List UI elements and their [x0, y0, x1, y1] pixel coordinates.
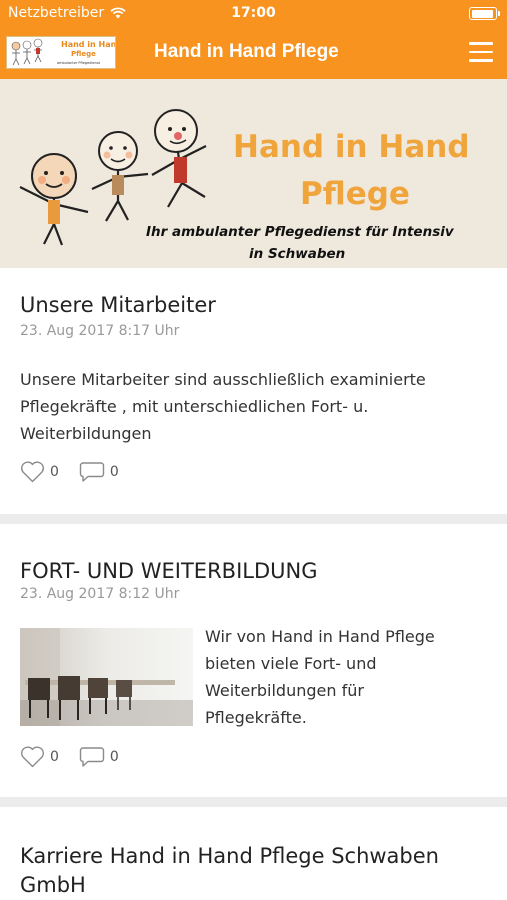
menu-icon[interactable]: [469, 42, 493, 62]
post-excerpt-line: Unsere Mitarbeiter sind ausschließlich e…: [20, 370, 426, 389]
page-title: Hand in Hand Pflege: [154, 41, 339, 62]
banner-subtitle-line1: Ihr ambulanter Pflegedienst für Intensiv: [146, 224, 454, 240]
comment-icon: [79, 462, 105, 482]
post-excerpt-line: Pflegekräfte , mit unterschiedlichen For…: [20, 397, 369, 416]
post-title[interactable]: Karriere Hand in Hand Pflege Schwaben Gm…: [20, 842, 439, 900]
post-excerpt-line: Weiterbildungen: [20, 424, 152, 443]
post-card[interactable]: Unsere Mitarbeiter 23. Aug 2017 8:17 Uhr…: [0, 268, 507, 514]
post-excerpt: Unsere Mitarbeiter sind ausschließlich e…: [20, 366, 426, 447]
post-card[interactable]: FORT- UND WEITERBILDUNG 23. Aug 2017 8:1…: [0, 524, 507, 797]
nav-bar: Hand in Hand Pflege ambulanter Pflegedie…: [0, 28, 507, 79]
comment-icon: [79, 747, 105, 767]
like-button[interactable]: 0: [20, 461, 59, 483]
comment-button[interactable]: 0: [79, 461, 119, 483]
post-thumbnail[interactable]: [20, 628, 193, 726]
post-title-line: Karriere Hand in Hand Pflege Schwaben: [20, 844, 439, 868]
svg-text:Hand in Hand: Hand in Hand: [61, 40, 115, 49]
post-actions: 0 0: [20, 461, 139, 483]
like-count: 0: [50, 749, 59, 765]
heart-icon: [21, 746, 44, 768]
like-count: 0: [50, 464, 59, 480]
app-logo[interactable]: Hand in Hand Pflege ambulanter Pflegedie…: [6, 36, 122, 69]
post-title-line: GmbH: [20, 873, 86, 897]
header-banner: Hand in Hand Pflege Ihr ambulanter Pfleg…: [0, 79, 507, 268]
post-title[interactable]: Unsere Mitarbeiter: [20, 293, 216, 317]
banner-title-line2: Pflege: [300, 176, 410, 212]
post-excerpt: Wir von Hand in Hand Pflege bieten viele…: [205, 623, 435, 731]
conference-room-image: [20, 628, 193, 726]
battery-icon: [469, 7, 500, 20]
banner-title-line1: Hand in Hand: [233, 129, 470, 165]
svg-text:ambulanter Pflegedienst: ambulanter Pflegedienst: [57, 61, 101, 65]
post-card[interactable]: Karriere Hand in Hand Pflege Schwaben Gm…: [0, 807, 507, 900]
post-excerpt-line: Pflegekräfte.: [205, 708, 307, 727]
comment-count: 0: [109, 464, 119, 480]
comment-count: 0: [109, 749, 119, 765]
like-button[interactable]: 0: [20, 746, 59, 768]
post-excerpt-line: Weiterbildungen für: [205, 681, 364, 700]
status-bar: Netzbetreiber 17:00: [0, 0, 507, 28]
post-excerpt-line: Wir von Hand in Hand Pflege: [205, 627, 435, 646]
post-title[interactable]: FORT- UND WEITERBILDUNG: [20, 559, 318, 583]
logo-graphic: Hand in Hand Pflege ambulanter Pflegedie…: [11, 38, 122, 66]
banner-subtitle-line2: in Schwaben: [249, 246, 346, 262]
post-date: 23. Aug 2017 8:12 Uhr: [20, 586, 180, 602]
post-date: 23. Aug 2017 8:17 Uhr: [20, 323, 180, 339]
post-actions: 0 0: [20, 746, 139, 768]
post-excerpt-line: bieten viele Fort- und: [205, 654, 377, 673]
comment-button[interactable]: 0: [79, 746, 119, 768]
svg-text:Pflege: Pflege: [71, 50, 96, 58]
heart-icon: [21, 461, 44, 483]
clock: 17:00: [231, 5, 276, 21]
